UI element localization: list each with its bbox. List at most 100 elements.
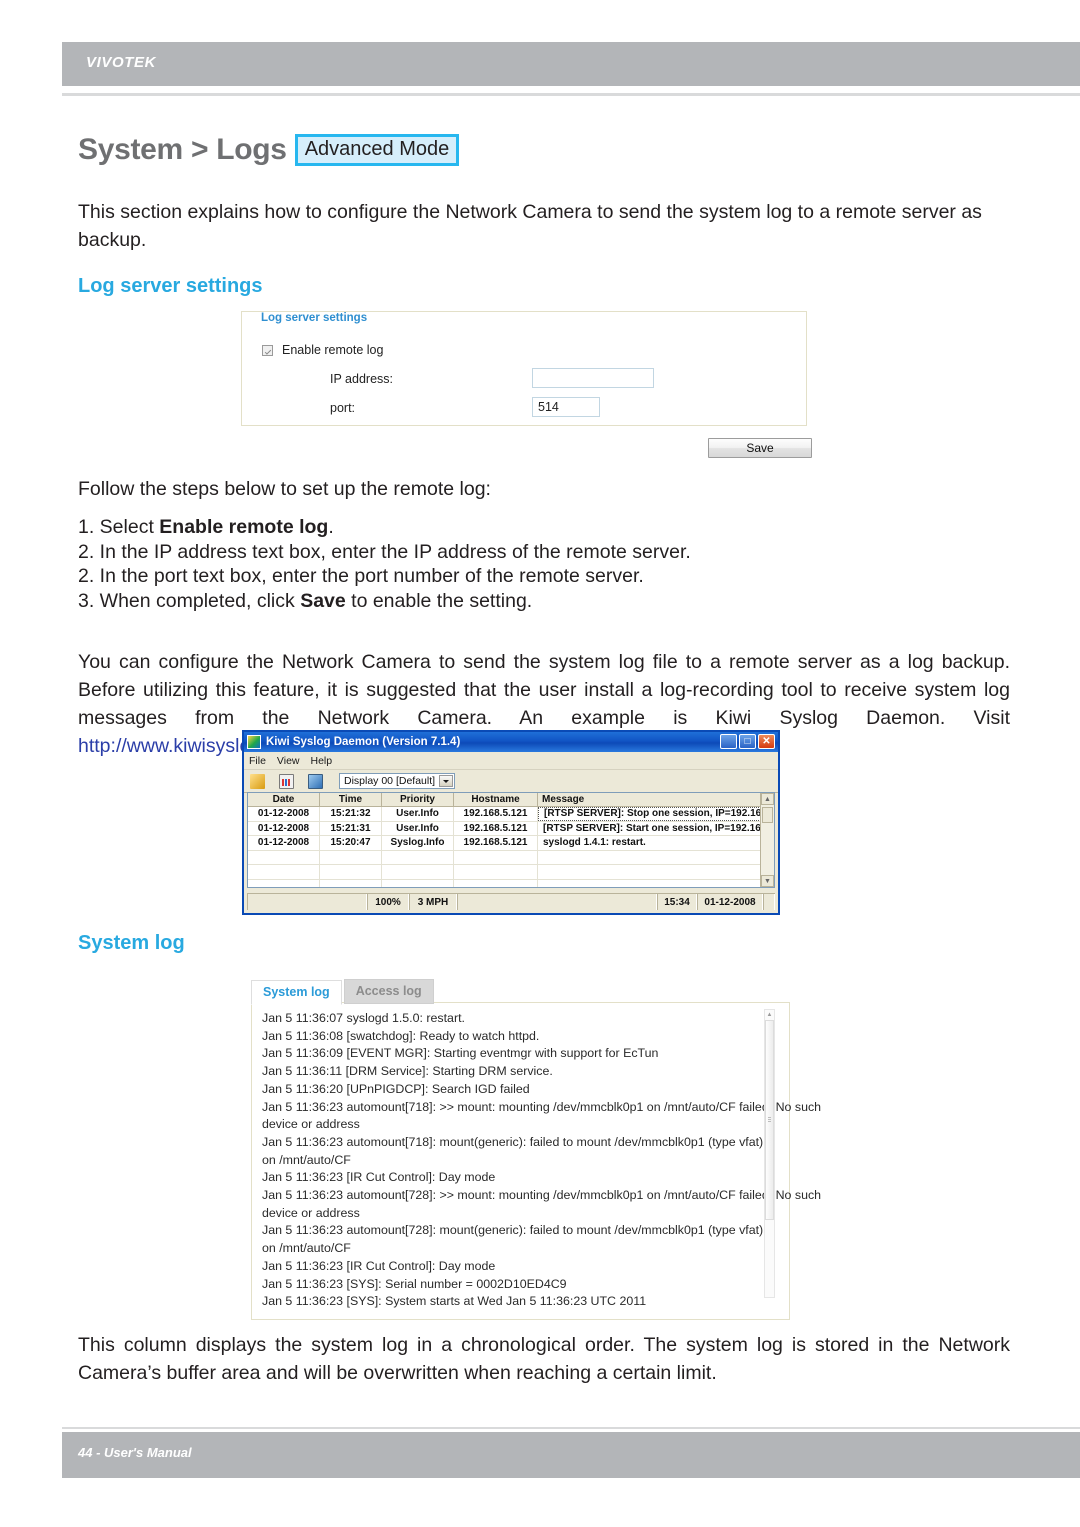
section-heading-log-server: Log server settings <box>78 275 263 297</box>
footer-page-label: 44 - User's Manual <box>78 1445 192 1460</box>
page-footer-bar: 44 - User's Manual <box>62 1432 1080 1478</box>
status-rate: 3 MPH <box>409 894 457 910</box>
cell-date: 01-12-2008 <box>248 807 320 821</box>
ip-address-input[interactable] <box>532 368 654 388</box>
table-row[interactable]: 01-12-2008 15:21:31 User.Info 192.168.5.… <box>248 821 774 836</box>
log-line: device or address <box>262 1117 360 1132</box>
page-title-text: System > Logs <box>78 133 287 166</box>
log-line: Jan 5 11:36:23 automount[718]: >> mount:… <box>262 1099 822 1114</box>
enable-remote-log-checkbox[interactable] <box>262 344 273 356</box>
system-log-panel: Jan 5 11:36:07 syslogd 1.5.0: restart. J… <box>251 1002 822 1320</box>
kiwi-app-icon <box>247 735 261 749</box>
column-header-priority[interactable]: Priority <box>382 793 454 807</box>
kiwi-title-bar: Kiwi Syslog Daemon (Version 7.1.4) _ □ ✕ <box>244 732 778 752</box>
config-paragraph-text: You can configure the Network Camera to … <box>78 651 1010 729</box>
log-server-settings-legend: Log server settings <box>255 312 374 324</box>
menu-view[interactable]: View <box>277 755 300 767</box>
vivotek-logo: VIVOTEK <box>86 54 157 71</box>
steps-list: 1. Select Enable remote log. 2. In the I… <box>78 515 1008 613</box>
maximize-icon[interactable]: □ <box>739 734 756 749</box>
enable-remote-log-label: Enable remote log <box>282 343 384 357</box>
table-row[interactable]: 01-12-2008 15:20:47 Syslog.Info 192.168.… <box>248 836 774 851</box>
ip-address-label: IP address: <box>330 372 394 386</box>
system-log-scrollbar[interactable]: ▲ <box>764 1009 775 1298</box>
resize-grip-icon[interactable] <box>763 894 775 910</box>
cell-priority: User.Info <box>382 821 454 835</box>
kiwi-toolbar: Display 00 [Default] <box>244 770 778 793</box>
log-line: Jan 5 11:36:23 [IR Cut Control]: Day mod… <box>262 1170 496 1185</box>
page-left-margin <box>0 0 62 1527</box>
log-line: on /mnt/auto/CF <box>262 1152 351 1167</box>
log-line: Jan 5 11:36:23 automount[718]: mount(gen… <box>262 1134 764 1149</box>
port-input[interactable] <box>532 397 600 417</box>
kiwi-grid-scrollbar[interactable]: ▲ ▼ <box>760 793 774 887</box>
cell-priority: Syslog.Info <box>382 836 454 850</box>
status-spacer <box>247 894 367 910</box>
log-line: Jan 5 11:36:23 [IR Cut Control]: Day mod… <box>262 1258 496 1273</box>
scrollbar-thumb[interactable] <box>762 807 773 823</box>
close-icon[interactable]: ✕ <box>758 734 775 749</box>
bar-chart-icon[interactable] <box>279 773 294 789</box>
log-line: on /mnt/auto/CF <box>262 1241 351 1256</box>
tab-system-log[interactable]: System log <box>251 980 342 1005</box>
save-button[interactable]: Save <box>708 438 812 458</box>
log-line: Jan 5 11:36:08 [swatchdog]: Ready to wat… <box>262 1028 540 1043</box>
cell-time: 15:21:31 <box>320 821 382 835</box>
status-percent: 100% <box>367 894 409 910</box>
step-item: 2. In the IP address text box, enter the… <box>78 540 691 563</box>
kiwi-log-grid: Date Time Priority Hostname Message 01-1… <box>247 792 775 888</box>
cell-date: 01-12-2008 <box>248 836 320 850</box>
menu-help[interactable]: Help <box>311 755 333 767</box>
log-line: device or address <box>262 1205 360 1220</box>
kiwi-status-bar: 100% 3 MPH 15:34 01-12-2008 <box>247 893 775 910</box>
log-line: Jan 5 11:36:11 [DRM Service]: Starting D… <box>262 1064 553 1079</box>
column-header-message[interactable]: Message <box>538 793 774 807</box>
column-header-date[interactable]: Date <box>248 793 320 807</box>
tab-access-log[interactable]: Access log <box>343 979 434 1004</box>
system-log-tabs: System log Access log <box>251 979 434 1005</box>
page-header-bar: VIVOTEK <box>62 42 1080 86</box>
cell-hostname: 192.168.5.121 <box>454 807 538 821</box>
display-select[interactable]: Display 00 [Default] <box>339 773 455 789</box>
log-line: Jan 5 11:36:23 automount[728]: >> mount:… <box>262 1188 822 1203</box>
column-header-time[interactable]: Time <box>320 793 382 807</box>
log-line: Jan 5 11:36:23 automount[728]: mount(gen… <box>262 1223 764 1238</box>
chevron-down-icon[interactable] <box>439 775 453 787</box>
closing-paragraph: This column displays the system log in a… <box>78 1334 1010 1384</box>
enable-remote-log-row[interactable]: Enable remote log <box>262 343 383 357</box>
log-server-settings-panel: Enable remote log IP address: port: <box>241 311 807 426</box>
kiwi-menu-bar: File View Help <box>244 752 778 770</box>
menu-file[interactable]: File <box>249 755 266 767</box>
key-icon[interactable] <box>250 773 265 789</box>
status-middle <box>457 894 657 910</box>
follow-steps-text: Follow the steps below to set up the rem… <box>78 478 491 500</box>
port-label: port: <box>330 401 356 415</box>
scrollbar-grip-icon <box>768 1117 771 1123</box>
scrollbar-thumb[interactable] <box>765 1020 774 1220</box>
intro-paragraph: This section explains how to configure t… <box>78 201 982 251</box>
step-item: 2. In the port text box, enter the port … <box>78 565 644 587</box>
scroll-up-icon[interactable]: ▲ <box>761 793 774 805</box>
log-line: Jan 5 11:36:23 [SYS]: System starts at W… <box>262 1294 647 1309</box>
kiwi-grid-header: Date Time Priority Hostname Message <box>248 793 774 807</box>
status-time: 15:34 <box>657 894 697 910</box>
scroll-down-icon[interactable]: ▼ <box>761 875 774 887</box>
step-bold-save: Save <box>300 589 346 612</box>
section-heading-system-log: System log <box>78 932 185 954</box>
step-item: 3. When completed, click Save to enable … <box>78 589 533 612</box>
log-line: Jan 5 11:36:07 syslogd 1.5.0: restart. <box>262 1011 465 1025</box>
scroll-up-icon[interactable]: ▲ <box>765 1010 774 1020</box>
minimize-icon[interactable]: _ <box>720 734 737 750</box>
column-header-hostname[interactable]: Hostname <box>454 793 538 807</box>
display-select-value: Display 00 [Default] <box>344 775 436 787</box>
table-row-empty <box>248 879 774 887</box>
kiwi-window-controls: _ □ ✕ <box>720 734 775 750</box>
cell-hostname: 192.168.5.121 <box>454 836 538 850</box>
header-divider <box>62 93 1080 96</box>
cell-time: 15:21:32 <box>320 807 382 821</box>
monitor-icon[interactable] <box>308 773 323 789</box>
cell-message: syslogd 1.4.1: restart. <box>538 836 774 850</box>
cell-date: 01-12-2008 <box>248 821 320 835</box>
table-row[interactable]: 01-12-2008 15:21:32 User.Info 192.168.5.… <box>248 807 774 822</box>
table-row-empty <box>248 865 774 880</box>
